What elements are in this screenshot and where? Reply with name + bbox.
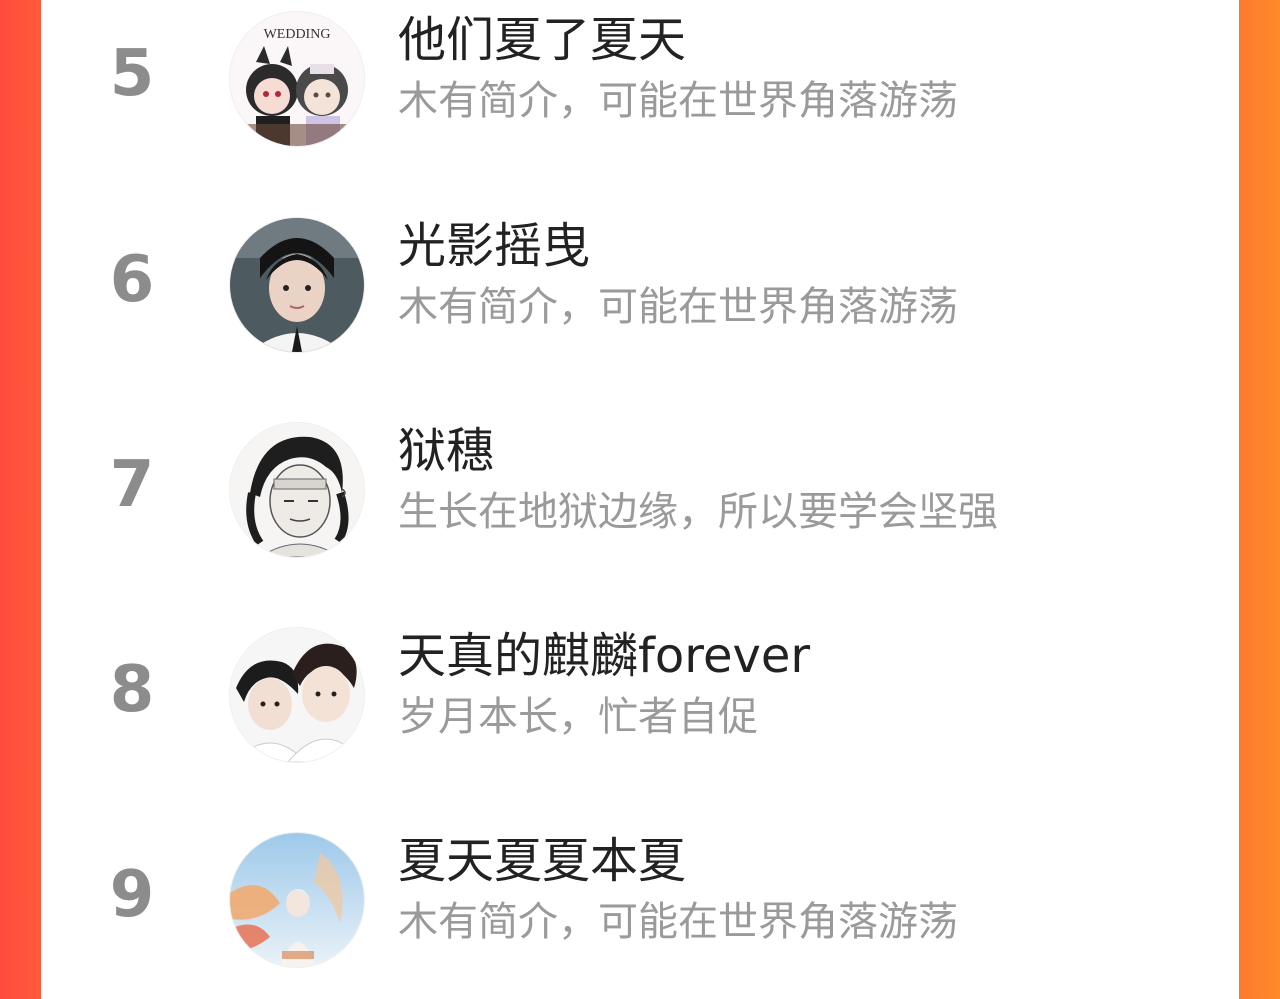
user-bio: 木有简介，可能在世界角落游荡 (398, 78, 958, 124)
list-item[interactable]: 7 狱穗 生长在地狱边缘，所以要学会坚强 (41, 415, 1239, 565)
list-item[interactable]: 8 天真的麒麟forever 岁月本长，忙者自促 (41, 620, 1239, 770)
user-bio: 生长在地狱边缘，所以要学会坚强 (398, 489, 998, 535)
user-bio: 木有简介，可能在世界角落游荡 (398, 284, 958, 330)
wedding-couple-avatar-icon[interactable]: WEDDING (230, 12, 364, 146)
sketch-character-avatar-icon[interactable] (230, 423, 364, 557)
list-item[interactable]: 5 WEDDING 他们夏了夏天 木有简介，可能在世界角落游荡 (41, 4, 1239, 154)
list-item[interactable]: 6 光影摇曳 木有简介，可能在世界角落游荡 (41, 210, 1239, 360)
rank-number: 7 (109, 448, 155, 522)
two-boys-avatar-icon[interactable] (230, 628, 364, 762)
boy-portrait-avatar-icon[interactable] (230, 218, 364, 352)
rank-number: 5 (109, 37, 155, 111)
rank-number: 8 (109, 653, 155, 727)
list-item[interactable]: 9 夏天夏夏本夏 木有简介，可能在世界角落游荡 (41, 825, 1239, 975)
user-name[interactable]: 天真的麒麟forever (398, 628, 810, 686)
user-name[interactable]: 光影摇曳 (398, 218, 590, 276)
user-bio: 岁月本长，忙者自促 (398, 694, 758, 740)
sky-painting-avatar-icon[interactable] (230, 833, 364, 967)
user-name[interactable]: 夏天夏夏本夏 (398, 833, 686, 891)
user-name[interactable]: 他们夏了夏天 (398, 12, 686, 70)
rank-number: 9 (109, 858, 155, 932)
ranking-list-panel: 5 WEDDING 他们夏了夏天 木有简介，可能在世界角落游荡 6 光影摇曳 木… (41, 0, 1239, 999)
user-bio: 木有简介，可能在世界角落游荡 (398, 899, 958, 945)
svg-text:WEDDING: WEDDING (264, 27, 331, 42)
rank-number: 6 (109, 243, 155, 317)
user-name[interactable]: 狱穗 (398, 423, 494, 481)
